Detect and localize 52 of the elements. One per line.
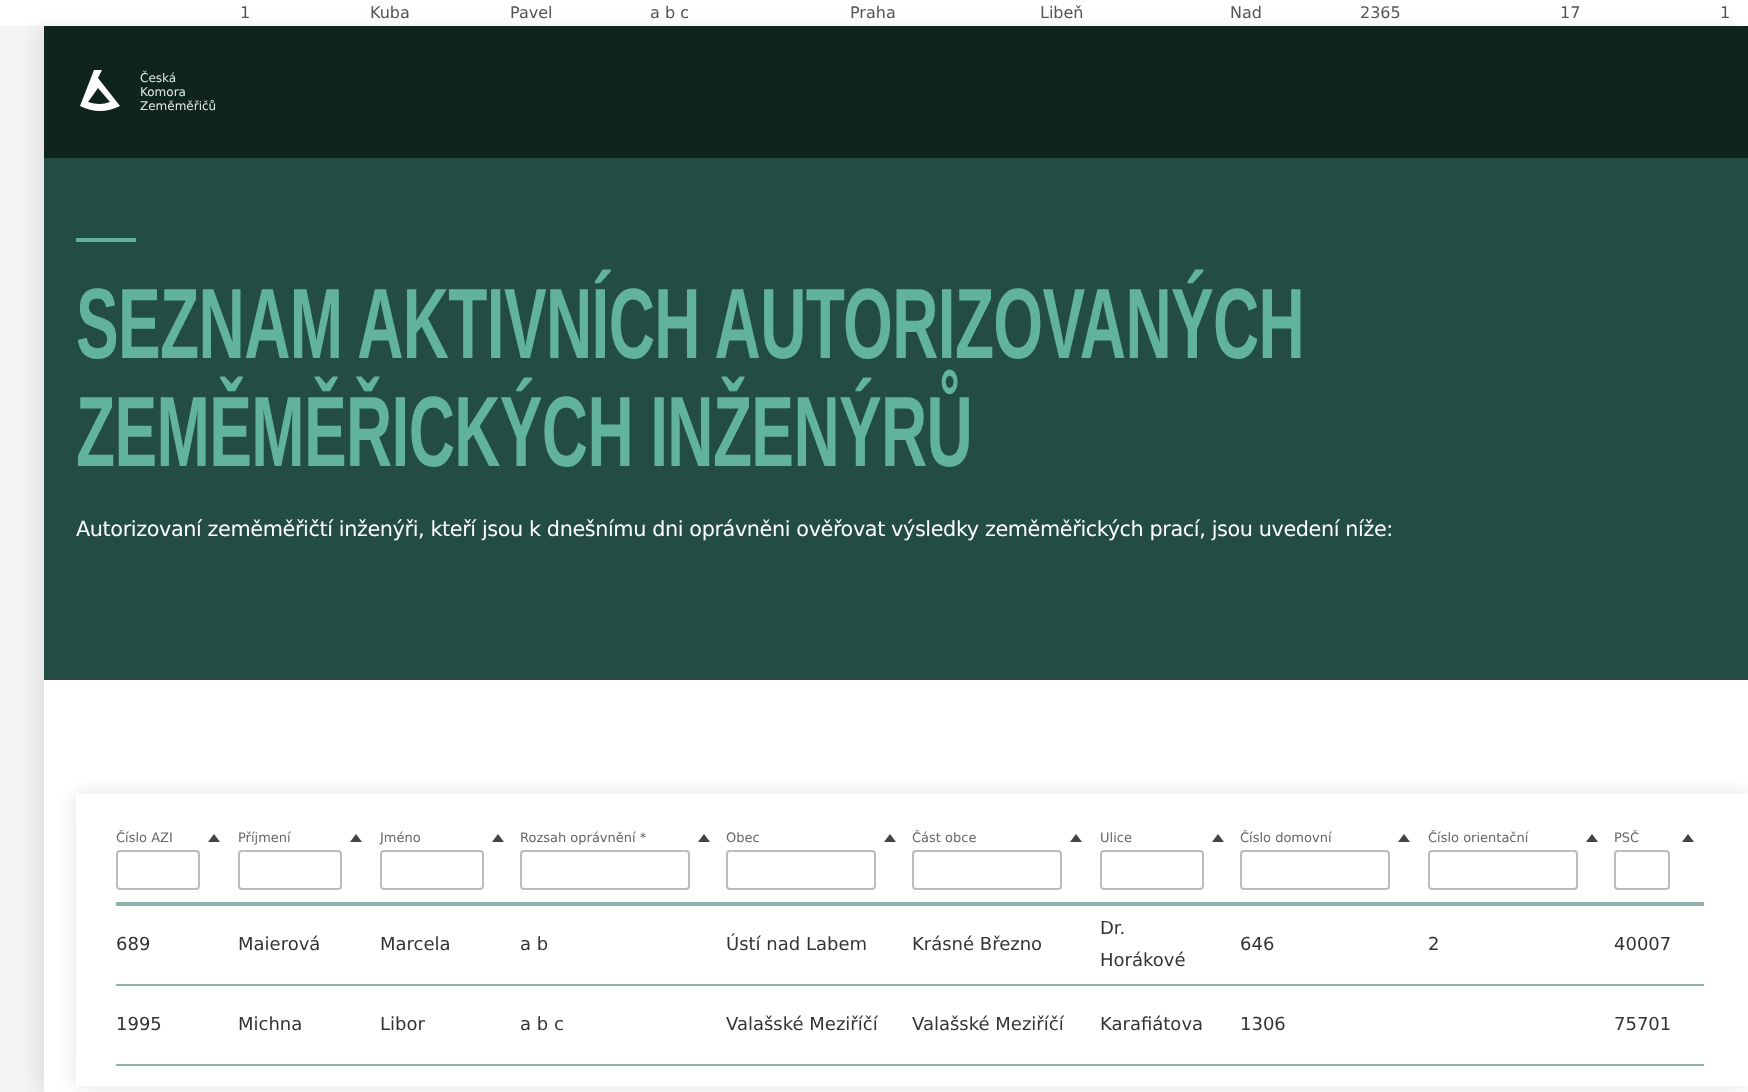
logo-icon (76, 70, 124, 114)
background-table-cell: 1 (240, 2, 251, 24)
filter-input[interactable] (912, 850, 1062, 890)
table-cell: Dr. Horákové (1100, 919, 1186, 971)
sort-icon[interactable] (1070, 834, 1082, 842)
table-cell: 40007 (1614, 935, 1672, 955)
table-cell: Valašské Meziříčí (912, 1015, 1064, 1035)
filter-input[interactable] (116, 850, 200, 890)
filter-input[interactable] (726, 850, 876, 890)
table-cell: 689 (116, 935, 151, 955)
filter-input[interactable] (238, 850, 342, 890)
table-cell: Valašské Meziříčí (726, 1015, 878, 1035)
table-cell: Marcela (380, 935, 451, 955)
sort-icon[interactable] (492, 834, 504, 842)
sort-icon[interactable] (884, 834, 896, 842)
background-table-cell: 1 (1720, 2, 1731, 24)
sort-icon[interactable] (698, 834, 710, 842)
sort-icon[interactable] (1586, 834, 1598, 842)
background-table-cell: Nad (1230, 2, 1262, 24)
sort-icon[interactable] (208, 834, 220, 842)
table-cell: Libor (380, 1015, 425, 1035)
table-cell: 1995 (116, 1015, 162, 1035)
table-cell: 646 (1240, 935, 1275, 955)
table-cell: Ústí nad Labem (726, 935, 868, 955)
table-cell: Karafiátova (1100, 1015, 1204, 1035)
background-table-cell: 17 (1560, 2, 1581, 24)
sort-icon[interactable] (1212, 834, 1224, 842)
table-cell: a b (520, 935, 549, 955)
background-table-cell: Kuba (370, 2, 410, 24)
table-cell: 2 (1428, 935, 1440, 955)
table-cell: 1306 (1240, 1015, 1286, 1035)
filter-input[interactable] (380, 850, 484, 890)
background-table-cell: Pavel (510, 2, 553, 24)
table-cell: Michna (238, 1015, 303, 1035)
page-subtitle: Autorizovaní zeměměřičtí inženýři, kteří jsou k dnešnímu dni oprávněni ověřovat výsledky zeměměřických prací, jsou uvedení níže: (76, 518, 1395, 542)
background-table-cell: Praha (850, 2, 896, 24)
background-table-cell: 2365 (1360, 2, 1401, 24)
filter-input[interactable] (1428, 850, 1578, 890)
table-cell: a b c (520, 1015, 564, 1035)
filter-input[interactable] (520, 850, 690, 890)
table-cell: Krásné Březno (912, 935, 1043, 955)
sort-icon[interactable] (1398, 834, 1410, 842)
background-table-cell: Libeň (1040, 2, 1084, 24)
table-cell: 75701 (1614, 1015, 1672, 1035)
table-cell: Maierová (238, 935, 321, 955)
background-table-cell: a b c (650, 2, 689, 24)
page-title: SEZNAM AKTIVNÍCH AUTORIZOVANÝCH ZEMĚMĚŘICKÝCH INŽENÝRŮ (76, 270, 1307, 486)
sort-icon[interactable] (350, 834, 362, 842)
filter-input[interactable] (1100, 850, 1204, 890)
filter-input[interactable] (1614, 850, 1670, 890)
filter-input[interactable] (1240, 850, 1390, 890)
sort-icon[interactable] (1682, 834, 1694, 842)
